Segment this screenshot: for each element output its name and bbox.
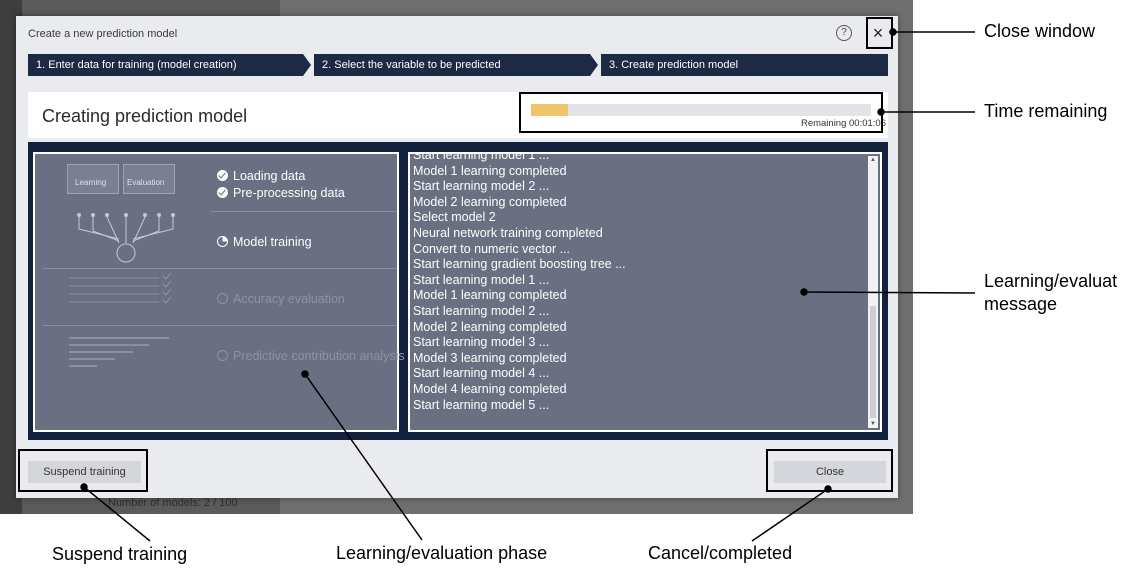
annotation-phase: Learning/evaluation phase <box>336 543 548 563</box>
annotation-cancel-completed: Cancel/completed <box>648 543 793 563</box>
annotation-close-window: Close window <box>984 21 1096 41</box>
annotation-suspend-training: Suspend training <box>52 544 188 564</box>
leader-lines <box>80 28 976 542</box>
annotation-time-remaining: Time remaining <box>984 101 1108 121</box>
annotation-message-line1: Learning/evaluat <box>984 271 1118 291</box>
annotation-message-line2: message <box>984 294 1058 314</box>
